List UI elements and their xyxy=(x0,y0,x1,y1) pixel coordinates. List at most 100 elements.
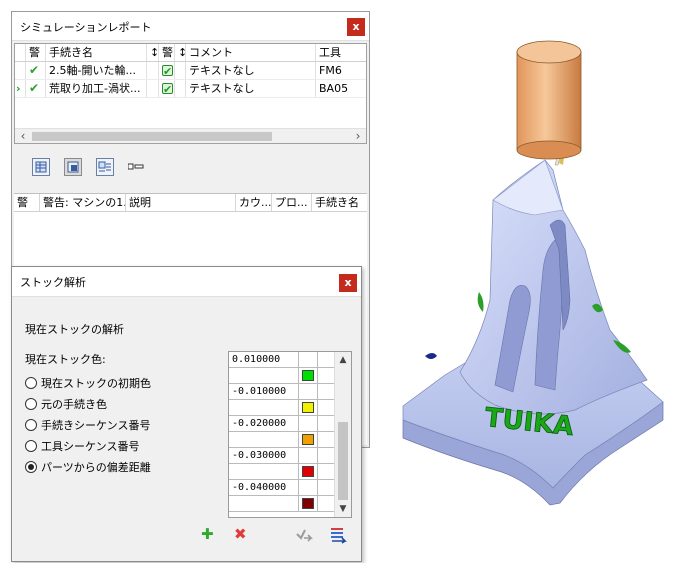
scroll-up-icon[interactable]: ▲ xyxy=(335,353,351,367)
color-swatch[interactable] xyxy=(302,498,314,509)
grid-view-icon[interactable] xyxy=(32,158,50,176)
scale-row[interactable] xyxy=(229,368,336,384)
ok-check-icon: ✔ xyxy=(26,62,46,79)
radio-label: 手続きシーケンス番号 xyxy=(41,418,151,432)
procedure-name: 荒取り加工-渦状... xyxy=(46,80,147,97)
list-view-icon[interactable] xyxy=(96,158,114,176)
close-button[interactable]: x xyxy=(347,18,365,36)
scale-row[interactable]: 0.010000 xyxy=(229,352,336,368)
stock-analysis-titlebar[interactable]: ストック解析 x xyxy=(12,267,361,297)
radio-label: 工具シーケンス番号 xyxy=(41,439,140,453)
warning-table-header: 警 警告: マシンの1... 説明 カウ... プロ... 手続き名 xyxy=(14,194,367,212)
color-swatch[interactable] xyxy=(302,434,314,445)
header-sort-icon-2[interactable]: ↕ xyxy=(175,44,186,61)
add-icon[interactable]: ✚ xyxy=(201,526,214,542)
analysis-subtitle: 現在ストックの解析 xyxy=(25,323,124,336)
radio-icon[interactable] xyxy=(25,418,37,431)
scale-value xyxy=(229,400,299,416)
header-count[interactable]: カウ... xyxy=(236,194,272,211)
scroll-down-icon[interactable]: ▼ xyxy=(335,502,351,516)
scale-row[interactable]: -0.030000 xyxy=(229,448,336,464)
stock-analysis-title: ストック解析 xyxy=(20,276,86,289)
horizontal-scrollbar[interactable]: ‹ › xyxy=(15,128,366,143)
radio-label: 元の手続き色 xyxy=(41,397,107,411)
scroll-right-icon[interactable]: › xyxy=(350,129,366,143)
scale-value xyxy=(229,496,299,512)
radio-label: パーツからの偏差距離 xyxy=(41,460,151,474)
radio-icon[interactable] xyxy=(25,376,37,389)
header-select xyxy=(15,44,26,61)
simulation-report-title: シミュレーションレポート xyxy=(20,21,152,34)
radio-icon[interactable] xyxy=(25,397,37,410)
radio-procedure-sequence[interactable]: 手続きシーケンス番号 xyxy=(25,414,151,435)
deviation-color-scale[interactable]: 0.010000 -0.010000 -0.020000 -0.030000 -0.04… xyxy=(228,351,352,518)
procedure-comment: テキストなし xyxy=(186,62,316,79)
scale-row[interactable]: -0.020000 xyxy=(229,416,336,432)
stock-color-options: 現在ストックの初期色 元の手続き色 手続きシーケンス番号 工具シーケンス番号 パ… xyxy=(25,372,151,477)
status-check-icon xyxy=(159,62,175,79)
header-procedure[interactable]: 手続き名 xyxy=(312,194,367,211)
scale-row[interactable]: -0.040000 xyxy=(229,480,336,496)
scale-value xyxy=(229,432,299,448)
compact-view-icon[interactable] xyxy=(127,162,144,172)
row-indicator xyxy=(15,62,26,79)
scale-rows: 0.010000 -0.010000 -0.020000 -0.030000 -0.04… xyxy=(229,352,336,517)
radio-label: 現在ストックの初期色 xyxy=(41,376,151,390)
procedure-tool: FM6 xyxy=(319,64,342,77)
radio-initial-color[interactable]: 現在ストックの初期色 xyxy=(25,372,151,393)
procedure-table: 警 手続き名 ↕ 警 ↕ コメント 工具 ✔ 2.5軸-開いた輪... テキスト… xyxy=(14,43,367,144)
header-tool[interactable]: 工具 xyxy=(316,44,366,61)
current-row-arrow-icon: › xyxy=(15,80,26,97)
scale-value: -0.020000 xyxy=(229,416,299,432)
header-warning[interactable]: 警 xyxy=(26,44,46,61)
scrollbar-thumb[interactable] xyxy=(32,132,272,141)
simulation-3d-view[interactable]: TUIKA xyxy=(385,0,679,563)
scale-value xyxy=(229,368,299,384)
scrollbar-thumb[interactable] xyxy=(338,422,348,500)
status-check-icon xyxy=(159,80,175,97)
header-program[interactable]: プロ... xyxy=(272,194,312,211)
detail-view-icon[interactable] xyxy=(64,158,82,176)
procedure-name: 2.5軸-開いた輪... xyxy=(46,62,147,79)
header-comment[interactable]: コメント xyxy=(186,44,316,61)
procedure-tool: BA05 xyxy=(319,82,349,95)
delete-icon[interactable]: ✖ xyxy=(234,526,247,542)
scale-row[interactable]: -0.010000 xyxy=(229,384,336,400)
stock-analysis-dialog: ストック解析 x 現在ストックの解析 現在ストック色: 現在ストックの初期色 元… xyxy=(11,266,362,562)
header-sort-icon[interactable]: ↕ xyxy=(147,44,159,61)
ok-check-icon: ✔ xyxy=(26,80,46,97)
procedure-table-header: 警 手続き名 ↕ 警 ↕ コメント 工具 xyxy=(15,44,366,62)
vertical-scrollbar[interactable]: ▲ ▼ xyxy=(334,352,351,517)
color-swatch[interactable] xyxy=(302,402,314,413)
radio-original-color[interactable]: 元の手続き色 xyxy=(25,393,151,414)
radio-icon[interactable] xyxy=(25,439,37,452)
stock-model: TUIKA xyxy=(402,159,664,506)
close-button[interactable]: x xyxy=(339,274,357,292)
color-swatch[interactable] xyxy=(302,370,314,381)
apply-icon[interactable] xyxy=(295,526,313,547)
radio-selected-icon[interactable] xyxy=(25,460,37,473)
scale-row[interactable] xyxy=(229,400,336,416)
scale-value xyxy=(229,464,299,480)
table-row[interactable]: ✔ 2.5軸-開いた輪... テキストなし FM6 xyxy=(15,62,366,80)
radio-tool-sequence[interactable]: 工具シーケンス番号 xyxy=(25,435,151,456)
header-warning-2[interactable]: 警 xyxy=(159,44,175,61)
scale-value: -0.030000 xyxy=(229,448,299,464)
settings-icon[interactable] xyxy=(328,526,348,547)
header-procedure-name[interactable]: 手続き名 xyxy=(46,44,147,61)
procedure-comment: テキストなし xyxy=(186,80,316,97)
scale-value: 0.010000 xyxy=(229,352,299,368)
radio-deviation-distance[interactable]: パーツからの偏差距離 xyxy=(25,456,151,477)
scale-row[interactable] xyxy=(229,464,336,480)
view-toolbar xyxy=(32,158,144,176)
simulation-report-titlebar[interactable]: シミュレーションレポート x xyxy=(12,12,369,41)
stock-color-label: 現在ストック色: xyxy=(25,353,106,366)
color-swatch[interactable] xyxy=(302,466,314,477)
header-warn[interactable]: 警 xyxy=(14,194,40,211)
header-description[interactable]: 説明 xyxy=(126,194,236,211)
scale-row[interactable] xyxy=(229,496,336,512)
scroll-left-icon[interactable]: ‹ xyxy=(15,129,31,143)
table-row[interactable]: › ✔ 荒取り加工-渦状... テキストなし BA05 xyxy=(15,80,366,98)
header-warning-machine[interactable]: 警告: マシンの1... xyxy=(40,194,126,211)
scale-row[interactable] xyxy=(229,432,336,448)
